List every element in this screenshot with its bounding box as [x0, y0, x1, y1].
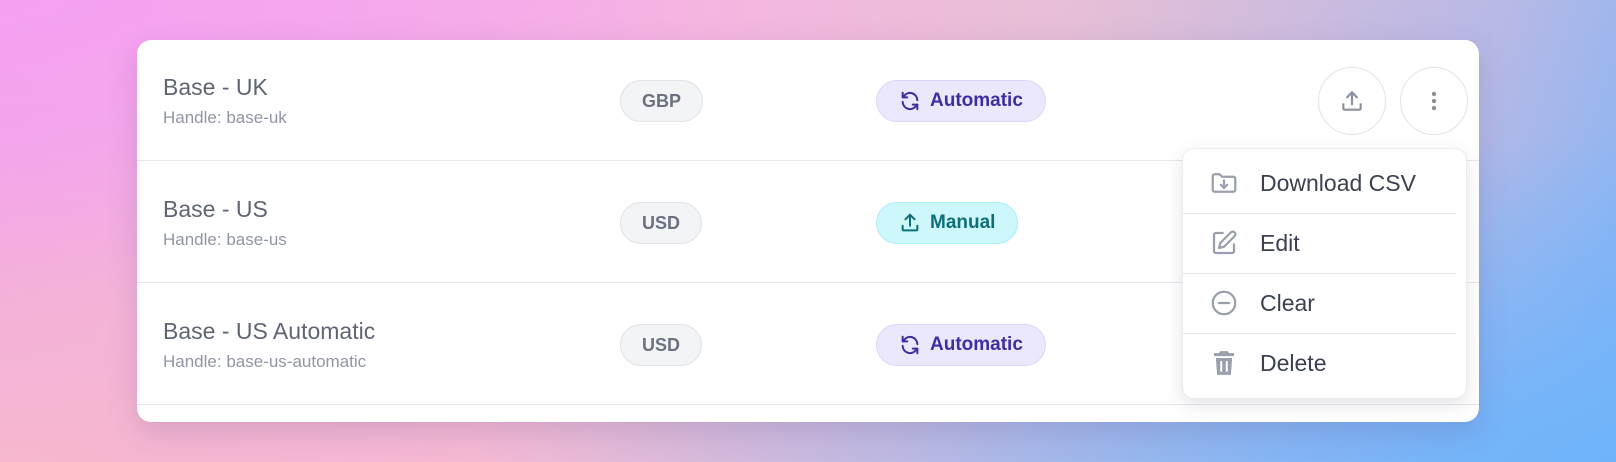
refresh-icon [901, 91, 919, 111]
mode-badge: Automatic [876, 80, 1046, 122]
menu-item-delete[interactable]: Delete [1183, 333, 1468, 393]
upload-icon [901, 213, 919, 232]
table-row[interactable]: Base - UK Handle: base-uk GBP Automatic [137, 40, 1479, 161]
folder-download-icon [1211, 173, 1237, 193]
refresh-icon [901, 335, 919, 355]
row-handle: Handle: base-uk [163, 108, 287, 127]
more-actions-button[interactable] [1400, 67, 1468, 135]
currency-badge: USD [620, 324, 703, 366]
row-actions-menu: Download CSV Edit Clear Delete [1182, 148, 1467, 399]
minus-circle-icon [1211, 290, 1237, 316]
menu-item-label: Download CSV [1260, 169, 1416, 196]
mode-label: Manual [930, 212, 996, 233]
mode-badge: Automatic [876, 324, 1046, 366]
edit-icon [1212, 230, 1237, 255]
menu-item-label: Delete [1260, 349, 1327, 376]
menu-item-download-csv[interactable]: Download CSV [1183, 153, 1468, 213]
row-handle: Handle: base-us-automatic [163, 352, 367, 371]
currency-badge: USD [620, 202, 703, 244]
mode-label: Automatic [930, 334, 1023, 355]
trash-icon [1214, 351, 1234, 375]
more-vertical-icon [1431, 91, 1437, 111]
menu-item-clear[interactable]: Clear [1183, 273, 1468, 333]
row-name: Base - US [163, 196, 268, 222]
upload-icon [1342, 91, 1362, 111]
menu-item-edit[interactable]: Edit [1183, 213, 1468, 273]
row-name: Base - UK [163, 74, 268, 100]
row-handle: Handle: base-us [163, 230, 287, 249]
currency-badge: GBP [620, 80, 704, 122]
mode-label: Automatic [930, 90, 1023, 111]
menu-item-label: Clear [1260, 289, 1315, 316]
menu-item-label: Edit [1260, 229, 1300, 256]
upload-button[interactable] [1318, 67, 1386, 135]
row-name: Base - US Automatic [163, 318, 376, 344]
mode-badge: Manual [876, 202, 1019, 244]
